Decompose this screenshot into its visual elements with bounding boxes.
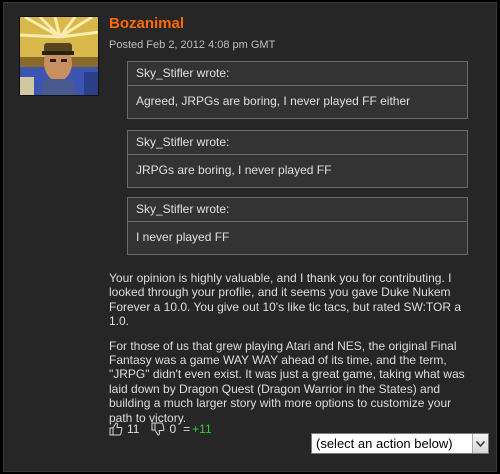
quote-block: Sky_Stifler wrote: Agreed, JRPGs are bor…	[127, 61, 468, 119]
post-paragraph: Your opinion is highly valuable, and I t…	[109, 271, 462, 329]
post-body: Your opinion is highly valuable, and I t…	[109, 271, 469, 435]
avatar-image	[20, 17, 98, 95]
post-timestamp: Posted Feb 2, 2012 4:08 pm GMT	[109, 39, 276, 51]
avatar[interactable]	[19, 16, 99, 96]
quote-block: Sky_Stifler wrote: I never played FF	[127, 197, 468, 255]
quote-block: Sky_Stifler wrote: JRPGs are boring, I n…	[127, 130, 468, 188]
thumbs-up-icon[interactable]	[109, 422, 123, 436]
downvote-count: 0	[169, 422, 177, 436]
vote-bar: 11 0 = +11	[109, 421, 212, 437]
quote-author: Sky_Stifler wrote:	[128, 62, 467, 86]
vote-total: +11	[192, 422, 212, 436]
quote-text: I never played FF	[136, 230, 230, 244]
post-paragraph: For those of us that grew playing Atari …	[109, 338, 465, 425]
forum-post: Bozanimal Posted Feb 2, 2012 4:08 pm GMT…	[3, 2, 497, 472]
quote-author: Sky_Stifler wrote:	[128, 198, 467, 222]
chevron-down-icon[interactable]	[472, 434, 488, 453]
quote-author: Sky_Stifler wrote:	[128, 131, 467, 155]
quote-text: JRPGs are boring, I never played FF	[136, 163, 332, 177]
vote-equals: =	[183, 422, 191, 436]
upvote-count: 11	[127, 422, 140, 436]
action-select[interactable]: (select an action below)	[311, 433, 489, 454]
thumbs-down-icon[interactable]	[151, 422, 165, 436]
username[interactable]: Bozanimal	[109, 15, 184, 32]
action-select-value: (select an action below)	[316, 436, 453, 451]
quote-text: Agreed, JRPGs are boring, I never played…	[136, 94, 411, 108]
